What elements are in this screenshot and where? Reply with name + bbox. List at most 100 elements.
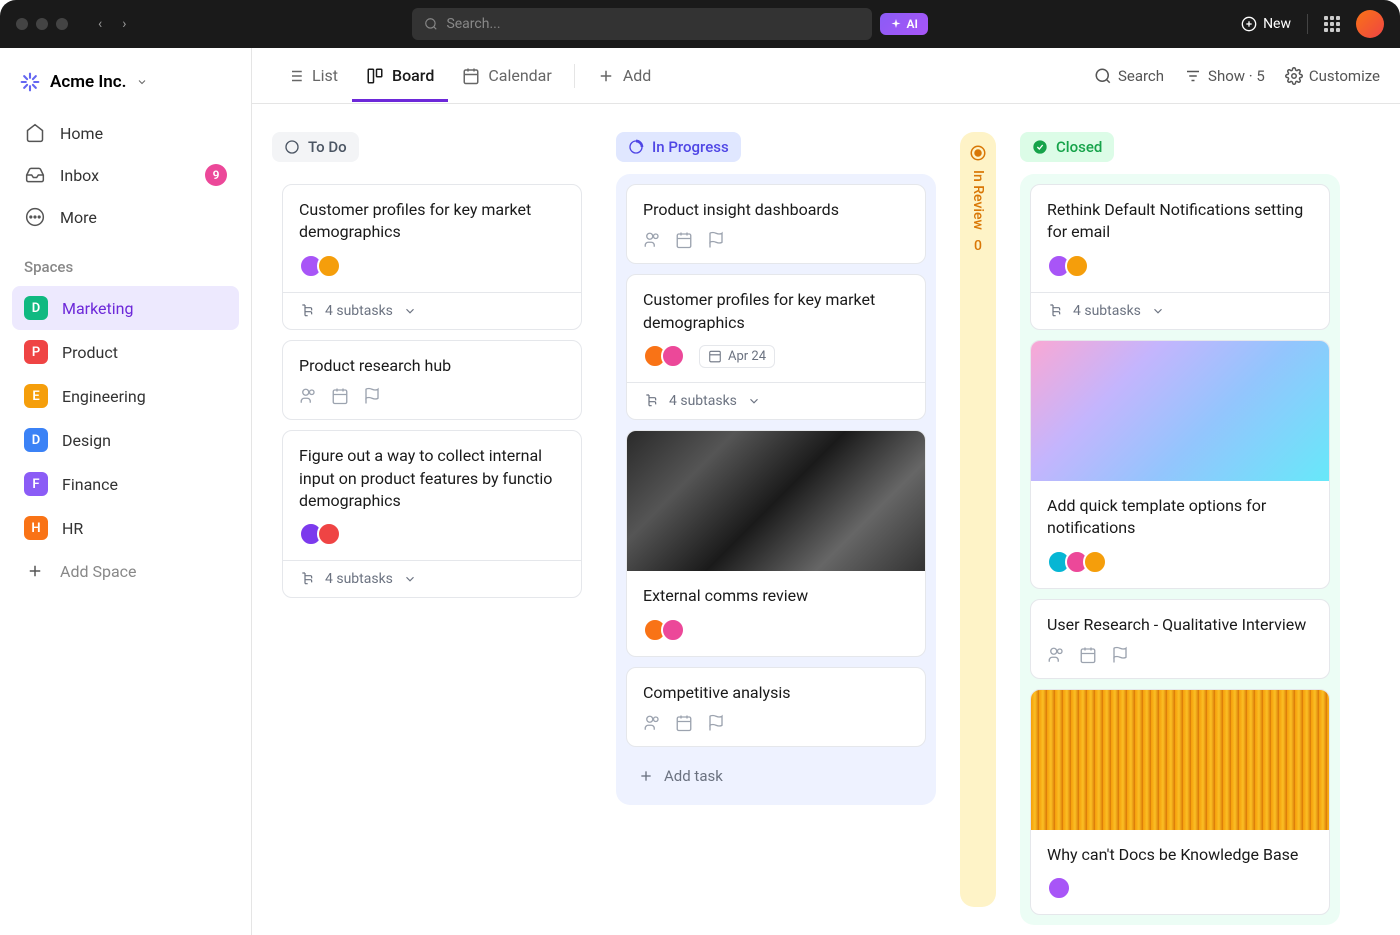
search-button[interactable]: Search bbox=[1094, 67, 1164, 85]
search-icon bbox=[424, 17, 438, 31]
add-task-button[interactable]: Add task bbox=[626, 757, 926, 795]
date-icon[interactable] bbox=[1079, 646, 1097, 664]
card-title: Customer profiles for key market demogra… bbox=[299, 199, 565, 244]
space-badge: D bbox=[24, 296, 48, 320]
add-space-button[interactable]: Add Space bbox=[12, 550, 239, 592]
new-button[interactable]: New bbox=[1241, 16, 1291, 32]
card-title: Rethink Default Notifications setting fo… bbox=[1047, 199, 1313, 244]
date-icon[interactable] bbox=[331, 387, 349, 405]
column-header-progress[interactable]: In Progress bbox=[616, 132, 741, 162]
review-icon bbox=[969, 144, 987, 162]
task-card[interactable]: User Research - Qualitative Interview bbox=[1030, 599, 1330, 679]
task-card[interactable]: Customer profiles for key market demogra… bbox=[626, 274, 926, 420]
card-subtasks[interactable]: 4 subtasks bbox=[1031, 292, 1329, 329]
tab-add-view[interactable]: Add bbox=[583, 50, 665, 101]
tab-calendar[interactable]: Calendar bbox=[448, 50, 565, 101]
card-meta bbox=[643, 231, 909, 249]
search-label: Search bbox=[1118, 67, 1164, 85]
space-badge: F bbox=[24, 472, 48, 496]
column-review-collapsed[interactable]: In Review 0 bbox=[960, 132, 996, 907]
tab-board[interactable]: Board bbox=[352, 50, 448, 101]
apps-grid-icon[interactable] bbox=[1324, 16, 1340, 32]
minimize-window[interactable] bbox=[36, 18, 48, 30]
due-date[interactable]: Apr 24 bbox=[699, 345, 775, 368]
assignee-icon[interactable] bbox=[1047, 646, 1065, 664]
sidebar-item-home[interactable]: Home bbox=[12, 112, 239, 154]
tab-list[interactable]: List bbox=[272, 50, 352, 101]
tab-label: List bbox=[312, 66, 338, 85]
show-button[interactable]: Show · 5 bbox=[1184, 67, 1265, 85]
sidebar-space-product[interactable]: PProduct bbox=[12, 330, 239, 374]
workspace-switcher[interactable]: Acme Inc. bbox=[12, 64, 239, 112]
customize-label: Customize bbox=[1309, 67, 1380, 85]
column-label: Closed bbox=[1056, 138, 1102, 156]
column-header-todo[interactable]: To Do bbox=[272, 132, 359, 162]
sidebar-item-more[interactable]: More bbox=[12, 196, 239, 238]
ai-label: AI bbox=[906, 17, 917, 31]
inbox-badge: 9 bbox=[205, 164, 227, 186]
space-name: Product bbox=[62, 343, 118, 362]
search-bar[interactable]: Search... bbox=[412, 8, 872, 40]
subtasks-count: 4 subtasks bbox=[669, 393, 737, 409]
sidebar-space-design[interactable]: DDesign bbox=[12, 418, 239, 462]
card-subtasks[interactable]: 4 subtasks bbox=[283, 560, 581, 597]
card-meta: Apr 24 bbox=[643, 344, 909, 368]
assignee-avatars[interactable] bbox=[299, 254, 341, 278]
sidebar-space-engineering[interactable]: EEngineering bbox=[12, 374, 239, 418]
sidebar-space-finance[interactable]: FFinance bbox=[12, 462, 239, 506]
card-subtasks[interactable]: 4 subtasks bbox=[627, 382, 925, 419]
sidebar-space-hr[interactable]: HHR bbox=[12, 506, 239, 550]
customize-button[interactable]: Customize bbox=[1285, 67, 1380, 85]
assignee-avatars[interactable] bbox=[643, 344, 685, 368]
flag-icon[interactable] bbox=[707, 231, 725, 249]
sidebar-label: Home bbox=[60, 124, 103, 143]
assignee-icon[interactable] bbox=[643, 231, 661, 249]
sidebar-item-inbox[interactable]: Inbox 9 bbox=[12, 154, 239, 196]
card-cover-image bbox=[627, 431, 925, 571]
maximize-window[interactable] bbox=[56, 18, 68, 30]
assignee-icon[interactable] bbox=[299, 387, 317, 405]
task-card[interactable]: Customer profiles for key market demogra… bbox=[282, 184, 582, 330]
avatar bbox=[661, 344, 685, 368]
assignee-avatars[interactable] bbox=[299, 522, 341, 546]
assignee-icon[interactable] bbox=[643, 714, 661, 732]
topbar: ‹ › Search... AI New bbox=[0, 0, 1400, 48]
task-card[interactable]: Product insight dashboards bbox=[626, 184, 926, 264]
chevron-down-icon bbox=[403, 572, 417, 586]
show-label: Show · 5 bbox=[1208, 67, 1265, 85]
nav-forward[interactable]: › bbox=[116, 12, 132, 36]
ai-button[interactable]: AI bbox=[880, 13, 927, 35]
date-icon[interactable] bbox=[675, 714, 693, 732]
task-card[interactable]: External comms review bbox=[626, 430, 926, 656]
assignee-avatars[interactable] bbox=[1047, 254, 1089, 278]
assignee-avatars[interactable] bbox=[643, 618, 685, 642]
flag-icon[interactable] bbox=[707, 714, 725, 732]
sidebar-space-marketing[interactable]: DMarketing bbox=[12, 286, 239, 330]
card-meta bbox=[1047, 254, 1313, 278]
flag-icon[interactable] bbox=[1111, 646, 1129, 664]
flag-icon[interactable] bbox=[363, 387, 381, 405]
card-subtasks[interactable]: 4 subtasks bbox=[283, 292, 581, 329]
avatar bbox=[1047, 876, 1071, 900]
avatar bbox=[1083, 550, 1107, 574]
column-header-closed[interactable]: Closed bbox=[1020, 132, 1114, 162]
task-card[interactable]: Figure out a way to collect internal inp… bbox=[282, 430, 582, 598]
nav-back[interactable]: ‹ bbox=[92, 12, 108, 36]
task-card[interactable]: Why can't Docs be Knowledge Base bbox=[1030, 689, 1330, 915]
chevron-down-icon bbox=[403, 304, 417, 318]
task-card[interactable]: Competitive analysis bbox=[626, 667, 926, 747]
task-card[interactable]: Product research hub bbox=[282, 340, 582, 420]
assignee-avatars[interactable] bbox=[1047, 550, 1107, 574]
filter-icon bbox=[1184, 67, 1202, 85]
tab-label: Calendar bbox=[488, 66, 551, 85]
progress-icon bbox=[628, 139, 644, 155]
divider bbox=[1307, 14, 1308, 34]
plus-icon bbox=[24, 560, 46, 582]
date-icon[interactable] bbox=[675, 231, 693, 249]
task-card[interactable]: Add quick template options for notificat… bbox=[1030, 340, 1330, 589]
close-window[interactable] bbox=[16, 18, 28, 30]
chevron-down-icon bbox=[136, 76, 148, 88]
task-card[interactable]: Rethink Default Notifications setting fo… bbox=[1030, 184, 1330, 330]
user-avatar[interactable] bbox=[1356, 10, 1384, 38]
assignee-avatars[interactable] bbox=[1047, 876, 1071, 900]
